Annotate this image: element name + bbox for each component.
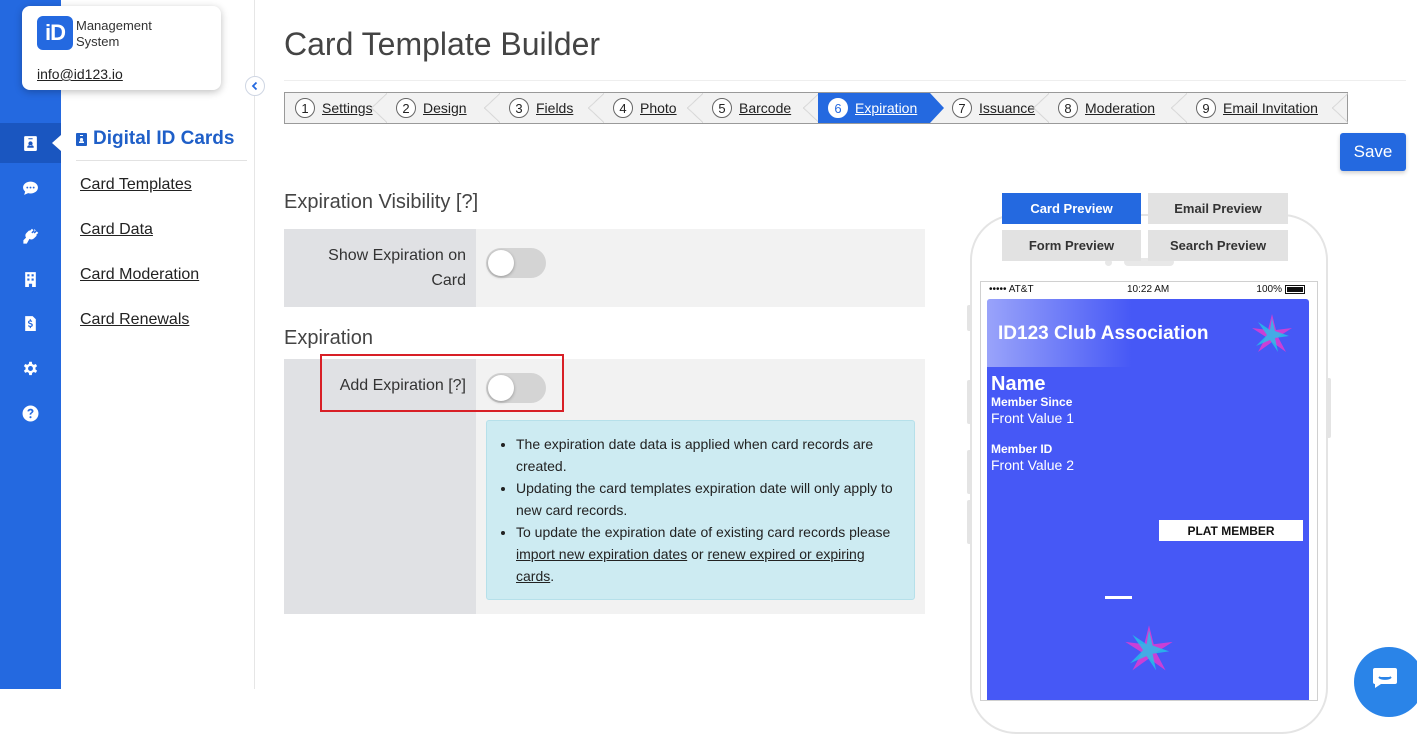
rail-item-settings[interactable] bbox=[0, 348, 61, 388]
step-photo[interactable]: 4 Photo bbox=[603, 93, 703, 123]
step-design[interactable]: 2 Design bbox=[386, 93, 500, 123]
chat-icon bbox=[23, 181, 38, 195]
card-org-name: ID123 Club Association bbox=[998, 323, 1209, 344]
subnav-title: Digital ID Cards bbox=[76, 128, 247, 161]
rail-item-messages[interactable] bbox=[0, 168, 61, 208]
chevron-left-icon bbox=[251, 81, 258, 91]
carrier-text: ••••• AT&T bbox=[989, 284, 1034, 295]
card-field2-value: Front Value 2 bbox=[991, 457, 1075, 473]
id-card-icon bbox=[24, 135, 37, 151]
show-expiration-label: Show Expiration on Card bbox=[328, 247, 466, 289]
subnav-item-card-templates[interactable]: Card Templates bbox=[80, 176, 192, 194]
save-button[interactable]: Save bbox=[1340, 133, 1406, 171]
collapse-sidebar-button[interactable] bbox=[245, 76, 265, 96]
active-step-arrow bbox=[930, 93, 944, 123]
id-card-preview: ID123 Club Association Name Member Since… bbox=[987, 299, 1309, 700]
step-issuance[interactable]: 7 Issuance bbox=[930, 93, 1049, 123]
step-settings[interactable]: 1 Settings bbox=[285, 93, 387, 123]
chat-launcher-button[interactable] bbox=[1354, 647, 1417, 717]
battery-status: 100% bbox=[1256, 284, 1305, 295]
step-barcode[interactable]: 5 Barcode bbox=[702, 93, 819, 123]
icon-rail bbox=[0, 0, 61, 689]
subnav-item-card-moderation[interactable]: Card Moderation bbox=[80, 266, 199, 284]
phone-screen: ••••• AT&T 10:22 AM 100% ID123 Club Asso… bbox=[980, 281, 1318, 701]
clock-text: 10:22 AM bbox=[1127, 284, 1170, 295]
divider bbox=[284, 80, 1406, 81]
phone-side-button bbox=[967, 305, 972, 331]
account-email-link[interactable]: info@id123.io bbox=[37, 66, 123, 82]
rail-item-integrations[interactable] bbox=[0, 216, 61, 256]
step-moderation[interactable]: 8 Moderation bbox=[1048, 93, 1187, 123]
status-bar: ••••• AT&T 10:22 AM 100% bbox=[981, 284, 1317, 298]
phone-side-button bbox=[967, 450, 972, 494]
star-logo-icon bbox=[1125, 625, 1173, 671]
card-field2-label: Member ID bbox=[991, 442, 1053, 456]
card-field1-label: Member Since bbox=[991, 395, 1073, 409]
building-icon bbox=[25, 271, 36, 287]
card-holder-name: Name bbox=[991, 373, 1046, 395]
secondary-sidebar bbox=[61, 0, 255, 689]
show-expiration-toggle[interactable] bbox=[486, 248, 546, 278]
phone-side-button bbox=[967, 380, 972, 424]
tab-email-preview[interactable]: Email Preview bbox=[1148, 193, 1288, 224]
phone-side-button bbox=[1326, 378, 1331, 438]
subnav-item-card-data[interactable]: Card Data bbox=[80, 221, 153, 239]
tab-form-preview[interactable]: Form Preview bbox=[1002, 230, 1141, 261]
gear-icon bbox=[23, 361, 38, 375]
card-membership-tag: PLAT MEMBER bbox=[1159, 520, 1303, 541]
app-logo: iD bbox=[37, 16, 73, 50]
receipt-icon bbox=[25, 315, 36, 331]
rail-item-billing[interactable] bbox=[0, 303, 61, 343]
tab-search-preview[interactable]: Search Preview bbox=[1148, 230, 1288, 261]
step-email-invitation[interactable]: 9 Email Invitation bbox=[1186, 93, 1348, 123]
battery-icon bbox=[1285, 285, 1305, 294]
expiration-info-box: The expiration date data is applied when… bbox=[486, 420, 915, 600]
id-card-icon bbox=[76, 132, 87, 146]
card-divider bbox=[1105, 596, 1132, 599]
page-title: Card Template Builder bbox=[284, 26, 601, 62]
info-bullet: Updating the card templates expiration d… bbox=[516, 477, 900, 521]
plug-icon bbox=[23, 228, 39, 244]
step-expiration[interactable]: 6 Expiration bbox=[818, 93, 944, 123]
expiration-visibility-heading: Expiration Visibility [?] bbox=[284, 191, 479, 213]
help-icon bbox=[22, 405, 39, 421]
info-bullet: To update the expiration date of existin… bbox=[516, 521, 900, 587]
brand-card: iD Management System info@id123.io bbox=[22, 6, 221, 90]
import-expiration-dates-link[interactable]: import new expiration dates bbox=[516, 546, 687, 562]
toggle-knob bbox=[488, 250, 514, 276]
wizard-stepper: 1 Settings 2 Design 3 Fields 4 Photo 5 Barcod… bbox=[284, 92, 1348, 124]
active-caret bbox=[52, 135, 61, 151]
star-logo-icon bbox=[1252, 314, 1292, 352]
phone-side-button bbox=[967, 500, 972, 544]
expiration-heading: Expiration bbox=[284, 327, 373, 349]
rail-item-organizations[interactable] bbox=[0, 259, 61, 299]
step-fields[interactable]: 3 Fields bbox=[499, 93, 604, 123]
expiration-visibility-panel: Show Expiration on Card bbox=[284, 229, 925, 307]
highlight-box bbox=[320, 354, 564, 412]
app-name: Management System bbox=[76, 18, 152, 49]
info-bullet: The expiration date data is applied when… bbox=[516, 433, 900, 477]
tab-card-preview[interactable]: Card Preview bbox=[1002, 193, 1141, 224]
rail-item-help[interactable] bbox=[0, 393, 61, 433]
chat-bubble-icon bbox=[1373, 668, 1397, 688]
card-field1-value: Front Value 1 bbox=[991, 410, 1075, 426]
subnav-item-card-renewals[interactable]: Card Renewals bbox=[80, 311, 189, 329]
